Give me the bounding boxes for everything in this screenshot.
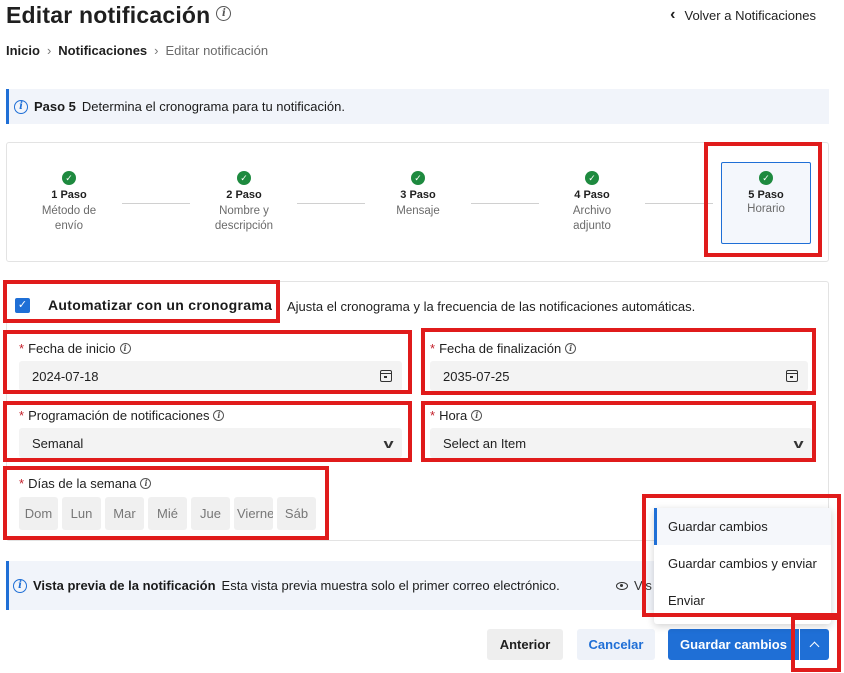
step-connector — [297, 203, 365, 204]
banner-step-label: Paso 5 — [34, 99, 76, 114]
eye-icon — [616, 581, 628, 590]
highlight-box — [791, 616, 841, 672]
highlight-box — [642, 494, 841, 617]
highlight-box — [704, 142, 822, 257]
banner-text: Determina el cronograma para tu notifica… — [81, 99, 345, 114]
breadcrumb: Inicio › Notificaciones › Editar notific… — [6, 43, 268, 58]
step-2[interactable]: ✓ 2 Paso Nombre y descripción — [199, 171, 289, 234]
breadcrumb-notifications[interactable]: Notificaciones — [58, 43, 147, 58]
highlight-box — [3, 280, 280, 323]
step-number: 3 Paso — [400, 189, 436, 201]
step-label: Archivo adjunto — [572, 205, 612, 232]
check-icon: ✓ — [62, 171, 76, 185]
step-3[interactable]: ✓ 3 Paso Mensaje — [373, 171, 463, 219]
breadcrumb-home[interactable]: Inicio — [6, 43, 40, 58]
save-changes-button[interactable]: Guardar cambios — [668, 629, 799, 660]
page-title: Editar notificación i — [6, 2, 232, 29]
step-number: 4 Paso — [574, 189, 610, 201]
info-icon: i — [14, 99, 28, 114]
highlight-box — [421, 401, 816, 462]
step-banner: i Paso 5 Determina el cronograma para tu… — [6, 89, 829, 124]
step-label: Mensaje — [396, 205, 440, 217]
chevron-left-icon: ‹ — [670, 6, 676, 23]
chevron-right-icon: › — [154, 43, 159, 58]
step-number: 2 Paso — [226, 189, 262, 201]
info-icon[interactable]: i — [216, 6, 232, 22]
breadcrumb-current: Editar notificación — [165, 43, 269, 58]
step-connector — [471, 203, 539, 204]
chevron-right-icon: › — [46, 43, 52, 58]
step-connector — [645, 203, 713, 204]
highlight-box — [3, 330, 412, 394]
check-icon: ✓ — [237, 171, 251, 185]
auto-schedule-description: Ajusta el cronograma y la frecuencia de … — [287, 299, 696, 314]
check-icon: ✓ — [585, 171, 599, 185]
highlight-box — [3, 401, 412, 462]
check-icon: ✓ — [411, 171, 425, 185]
step-label: Nombre y descripción — [214, 205, 274, 232]
step-label: Método de envío — [41, 205, 97, 232]
step-number: 1 Paso — [51, 189, 87, 201]
info-icon: i — [13, 578, 27, 593]
cancel-button[interactable]: Cancelar — [577, 629, 655, 660]
previous-button[interactable]: Anterior — [487, 629, 563, 660]
back-link-label: Volver a Notificaciones — [684, 7, 816, 23]
step-4[interactable]: ✓ 4 Paso Archivo adjunto — [547, 171, 637, 234]
highlight-box — [421, 328, 816, 395]
back-link[interactable]: ‹ Volver a Notificaciones — [670, 6, 816, 24]
highlight-box — [3, 466, 329, 540]
preview-title: Vista previa de la notificación — [33, 578, 216, 593]
step-1[interactable]: ✓ 1 Paso Método de envío — [24, 171, 114, 234]
step-connector — [122, 203, 190, 204]
preview-text: Esta vista previa muestra solo el primer… — [221, 578, 560, 593]
